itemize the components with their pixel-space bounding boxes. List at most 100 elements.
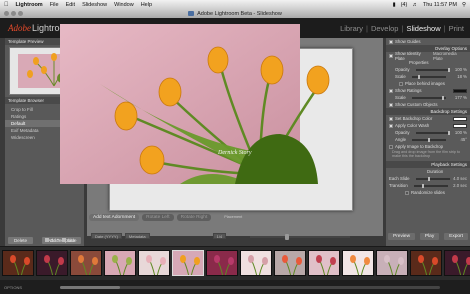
module-slideshow[interactable]: Slideshow	[406, 24, 440, 33]
slide-view-toggle[interactable]: Slide	[61, 238, 77, 243]
show-guides-row[interactable]: Show Guides	[386, 38, 470, 45]
grid-view-toggle[interactable]: Grid	[45, 238, 59, 243]
filmstrip-thumbnail[interactable]	[444, 250, 470, 276]
randomize-checkbox[interactable]	[405, 190, 409, 195]
duration-label: Duration	[427, 169, 444, 174]
apply-image-row[interactable]: Apply Image to Backdrop	[386, 143, 470, 150]
filmstrip-thumbnail[interactable]	[172, 250, 204, 276]
filmstrip-thumbnail[interactable]	[376, 250, 408, 276]
filmstrip-thumbnail[interactable]	[274, 250, 306, 276]
apple-icon[interactable]: 	[4, 2, 9, 8]
add-text-adornment-button[interactable]: Add text Adornment	[89, 213, 140, 221]
preview-button[interactable]: Preview	[388, 233, 416, 240]
filmstrip-thumbnail[interactable]	[70, 250, 102, 276]
menu-edit[interactable]: Edit	[66, 2, 75, 8]
zoom-window-button[interactable]	[18, 11, 23, 16]
playback-buttons: Preview Play Export	[386, 233, 470, 240]
tulip-thumbnail-icon	[105, 251, 135, 275]
module-develop[interactable]: Develop	[371, 24, 399, 33]
identity-plate-dropdown[interactable]: Macromedia Plate	[433, 51, 467, 61]
each-slide-slider[interactable]	[415, 176, 450, 181]
show-guides-checkbox[interactable]	[389, 39, 393, 44]
menu-file[interactable]: File	[50, 2, 59, 8]
ratings-scale-slider[interactable]	[411, 95, 446, 100]
battery-text: (4)	[400, 1, 408, 8]
place-behind-checkbox[interactable]	[399, 81, 403, 86]
scale-slider[interactable]	[411, 74, 446, 79]
set-backdrop-label: Set Backdrop Color	[395, 116, 433, 121]
filmstrip-thumbnail[interactable]	[308, 250, 340, 276]
play-button[interactable]: Play	[419, 233, 440, 240]
filmstrip-thumbnail[interactable]	[2, 250, 34, 276]
duration-row: Duration	[386, 168, 470, 175]
apply-image-label: Apply Image to Backdrop	[395, 144, 444, 149]
clock[interactable]: Thu 11:57 PM	[423, 2, 457, 8]
place-behind-row[interactable]: Place behind images	[386, 80, 470, 87]
tulip-thumbnail-icon	[173, 251, 203, 275]
show-custom-checkbox[interactable]	[389, 102, 393, 107]
options-label[interactable]: OPTIONS	[4, 285, 22, 290]
slide-count-field[interactable]: 1/4	[212, 233, 227, 239]
set-backdrop-row[interactable]: Set Backdrop Color	[386, 115, 470, 122]
apply-image-checkbox[interactable]	[389, 144, 393, 149]
rotate-left-button[interactable]: Rotate Left	[142, 213, 174, 221]
date-field[interactable]: Date (YYYY)	[91, 233, 122, 239]
randomize-row[interactable]: Randomize slides	[386, 189, 470, 196]
filmstrip-thumbnail[interactable]	[342, 250, 374, 276]
ratings-color-swatch[interactable]	[453, 88, 467, 93]
show-custom-row[interactable]: Show Custom Objects	[386, 101, 470, 108]
menu-app[interactable]: Lightroom	[16, 2, 43, 8]
backdrop-color-swatch[interactable]	[453, 116, 467, 121]
wash-opacity-slider[interactable]	[415, 130, 450, 135]
zoom-slider-track[interactable]	[250, 236, 350, 238]
minimize-window-button[interactable]	[11, 11, 16, 16]
tulip-thumbnail-icon	[3, 251, 33, 275]
metadata-field[interactable]: Metadata	[124, 233, 150, 239]
filmstrip-scroll-thumb[interactable]	[60, 286, 120, 289]
slide-photo[interactable]	[60, 24, 330, 184]
menu-window[interactable]: Window	[114, 2, 134, 8]
apply-wash-row[interactable]: Apply Color Wash	[386, 122, 470, 129]
identity-plate-signature[interactable]: Dernick Story	[218, 150, 252, 156]
backdrop-settings-header[interactable]: Backdrop Settings	[386, 108, 470, 115]
filmstrip-thumbnail[interactable]	[240, 250, 272, 276]
ratings-scale-label: Scale	[395, 95, 406, 100]
show-ratings-row[interactable]: Show Ratings	[386, 87, 470, 94]
scale-label: Scale	[395, 74, 406, 79]
playback-settings-header[interactable]: Playback Settings	[386, 161, 470, 168]
filmstrip	[0, 246, 470, 280]
set-backdrop-checkbox[interactable]	[389, 116, 393, 121]
transition-slider[interactable]	[413, 183, 448, 188]
spotlight-icon[interactable]: ⚲	[462, 2, 466, 8]
opacity-label: Opacity	[395, 67, 410, 72]
opacity-slider[interactable]	[415, 67, 450, 72]
module-library[interactable]: Library	[340, 24, 363, 33]
show-identity-checkbox[interactable]	[389, 53, 393, 58]
show-ratings-checkbox[interactable]	[389, 88, 393, 93]
randomize-label: Randomize slides	[411, 190, 445, 195]
rotate-right-button[interactable]: Rotate Right	[176, 213, 212, 221]
volume-icon[interactable]: ♬	[412, 2, 418, 8]
filmstrip-thumbnail[interactable]	[36, 250, 68, 276]
scale-value: 18 %	[457, 74, 467, 79]
battery-icon[interactable]: ▮	[393, 2, 396, 8]
apply-wash-checkbox[interactable]	[389, 123, 393, 128]
menu-help[interactable]: Help	[141, 2, 152, 8]
slide-icon	[61, 238, 66, 242]
angle-slider[interactable]	[412, 137, 446, 142]
transition-row: Transition 2.0 sec	[386, 182, 470, 189]
zoom-slider-knob[interactable]	[285, 234, 289, 240]
identity-plate-row[interactable]: Show Identity Plate Macromedia Plate	[386, 51, 470, 61]
wash-opacity-row: Opacity 100 %	[386, 129, 470, 136]
filmstrip-thumbnail[interactable]	[410, 250, 442, 276]
tulip-thumbnail-icon	[377, 251, 407, 275]
module-picker: Library | Develop | Slideshow | Print	[340, 24, 464, 33]
wash-color-swatch[interactable]	[453, 123, 467, 128]
filmstrip-thumbnail[interactable]	[206, 250, 238, 276]
filmstrip-thumbnail[interactable]	[138, 250, 170, 276]
module-print[interactable]: Print	[449, 24, 464, 33]
filmstrip-thumbnail[interactable]	[104, 250, 136, 276]
menu-slideshow[interactable]: Slideshow	[82, 2, 107, 8]
export-button[interactable]: Export	[444, 233, 468, 240]
close-window-button[interactable]	[4, 11, 9, 16]
